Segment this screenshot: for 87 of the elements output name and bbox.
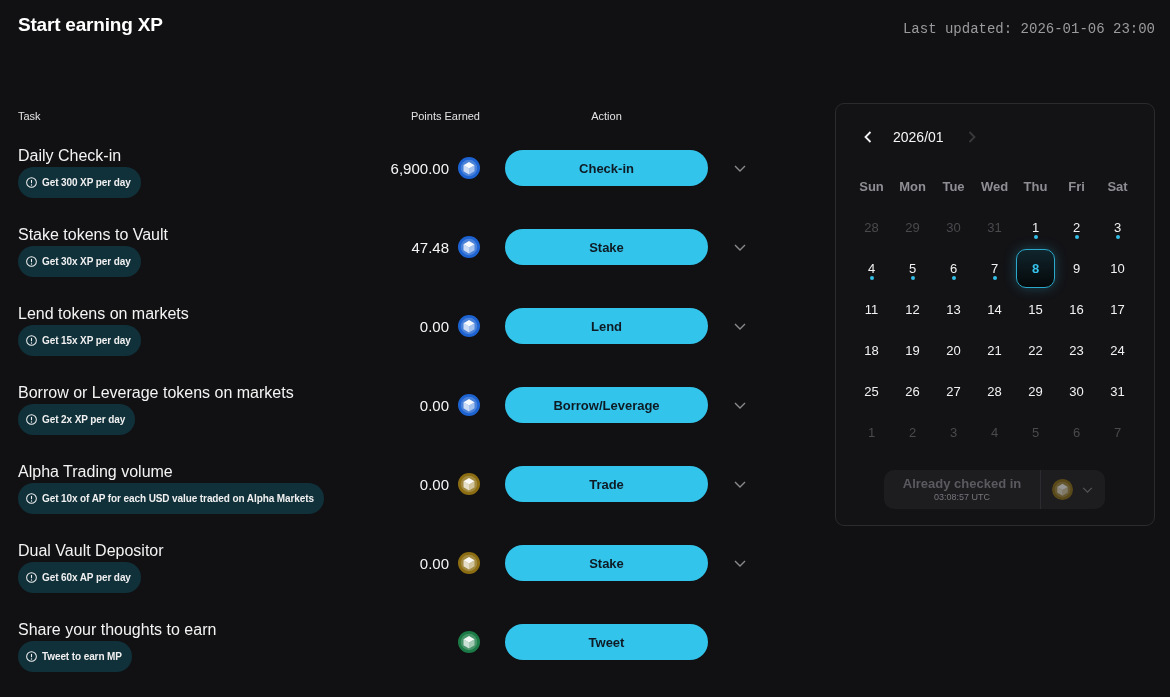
info-icon — [26, 176, 37, 188]
task-title: Borrow or Leverage tokens on markets — [18, 382, 294, 403]
calendar-day[interactable]: 15 — [1016, 290, 1055, 329]
calendar-day[interactable]: 20 — [934, 331, 973, 370]
calendar-day[interactable]: 7 — [975, 249, 1014, 288]
points-value: 47.48 — [411, 238, 449, 256]
action-button[interactable]: Stake — [505, 229, 708, 265]
task-title: Lend tokens on markets — [18, 303, 189, 324]
chevron-down-icon[interactable] — [734, 480, 746, 488]
calendar-day[interactable]: 19 — [893, 331, 932, 370]
calendar-day[interactable]: 29 — [1016, 372, 1055, 411]
task-title: Stake tokens to Vault — [18, 224, 168, 245]
calendar-day[interactable]: 24 — [1098, 331, 1137, 370]
hint-text: Get 60x AP per day — [42, 571, 131, 583]
weekday-label: Sun — [858, 178, 885, 196]
column-header: Task — [18, 110, 42, 122]
coin-icon — [1052, 479, 1073, 500]
page-title: Start earning XP — [18, 13, 163, 37]
last-updated-text: Last updated: 2026-01-06 23:00 — [902, 20, 1155, 38]
hint-text: Tweet to earn MP — [42, 650, 122, 662]
chevron-down-icon[interactable] — [734, 243, 746, 251]
weekday-label: Sat — [1106, 178, 1129, 196]
calendar-day[interactable]: 18 — [852, 331, 891, 370]
weekday-label: Thu — [1022, 178, 1049, 196]
month-label: 2026/01 — [893, 129, 944, 145]
points-value: 0.00 — [419, 396, 449, 414]
hint-text: Get 30x XP per day — [42, 255, 131, 267]
calendar-day[interactable]: 5 — [893, 249, 932, 288]
calendar-day[interactable]: 26 — [893, 372, 932, 411]
calendar-day[interactable]: 11 — [852, 290, 891, 329]
calendar-day[interactable]: 30 — [1057, 372, 1096, 411]
calendar-day[interactable]: 17 — [1098, 290, 1137, 329]
task-title: Alpha Trading volume — [18, 461, 173, 482]
action-button[interactable]: Stake — [505, 545, 708, 581]
calendar-day[interactable]: 31 — [1098, 372, 1137, 411]
chevron-down-icon[interactable] — [734, 401, 746, 409]
task-title: Daily Check-in — [18, 145, 122, 166]
hint-text: Get 10x of AP for each USD value traded on Alpha Markets — [42, 492, 314, 504]
weekday-label: Wed — [979, 178, 1010, 196]
calendar-day[interactable]: 28 — [975, 372, 1014, 411]
info-icon — [26, 334, 37, 346]
calendar-day[interactable]: 16 — [1057, 290, 1096, 329]
info-icon — [26, 571, 37, 583]
calendar-day[interactable]: 27 — [934, 372, 973, 411]
caret-icon — [1082, 486, 1093, 493]
calendar-day[interactable]: 6 — [934, 249, 973, 288]
calendar-day[interactable]: 14 — [975, 290, 1014, 329]
calendar-day[interactable]: 22 — [1016, 331, 1055, 370]
weekday-label: Tue — [941, 178, 966, 196]
hint-text: Get 2x XP per day — [42, 413, 126, 425]
chevron-down-icon[interactable] — [734, 164, 746, 172]
column-header: Action — [590, 110, 623, 122]
calendar-day[interactable]: 1 — [1016, 208, 1055, 247]
calendar-day[interactable]: 8 — [1016, 249, 1055, 288]
calendar-day[interactable]: 12 — [893, 290, 932, 329]
calendar-day[interactable]: 21 — [975, 331, 1014, 370]
calendar-day[interactable]: 10 — [1098, 249, 1137, 288]
action-button[interactable]: Check-in — [505, 150, 708, 186]
task-title: Dual Vault Depositor — [18, 540, 164, 561]
points-value: 0.00 — [419, 554, 449, 572]
info-icon — [26, 413, 37, 425]
calendar-day[interactable]: 3 — [1098, 208, 1137, 247]
calendar-day[interactable]: 4 — [852, 249, 891, 288]
weekday-label: Fri — [1067, 178, 1086, 196]
action-button[interactable]: Tweet — [505, 624, 708, 660]
info-icon — [26, 650, 37, 662]
calendar-day[interactable]: 2 — [1057, 208, 1096, 247]
points-value: 0.00 — [419, 475, 449, 493]
calendar-day[interactable]: 25 — [852, 372, 891, 411]
calendar-day[interactable]: 13 — [934, 290, 973, 329]
hint-text: Get 15x XP per day — [42, 334, 131, 346]
weekday-label: Mon — [898, 178, 927, 196]
chevron-down-icon[interactable] — [734, 322, 746, 330]
action-button[interactable]: Trade — [505, 466, 708, 502]
calendar-day[interactable]: 23 — [1057, 331, 1096, 370]
calendar-day[interactable]: 9 — [1057, 249, 1096, 288]
task-title: Share your thoughts to earn — [18, 619, 217, 640]
chevron-left-icon[interactable] — [864, 131, 872, 143]
info-icon — [26, 255, 37, 267]
chevron-down-icon[interactable] — [734, 559, 746, 567]
column-header: Points Earned — [409, 110, 480, 122]
points-value: 6,900.00 — [390, 159, 449, 177]
points-value: 0.00 — [419, 317, 449, 335]
info-icon — [26, 492, 37, 504]
action-button[interactable]: Borrow/Leverage — [505, 387, 708, 423]
hint-text: Get 300 XP per day — [42, 176, 131, 188]
action-button[interactable]: Lend — [505, 308, 708, 344]
